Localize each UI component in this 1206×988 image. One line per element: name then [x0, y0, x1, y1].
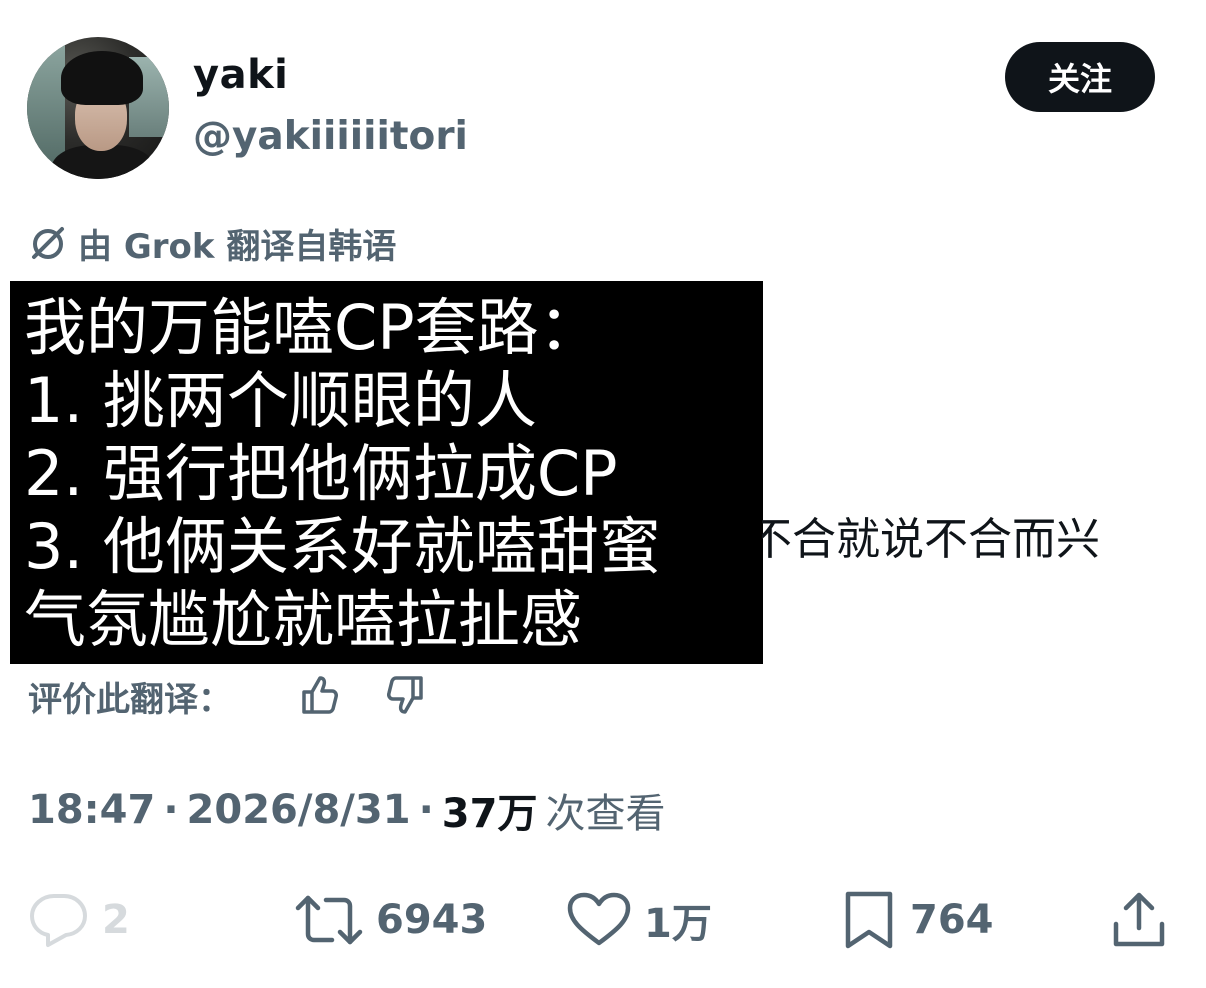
user-handle[interactable]: @yakiiiiiitori: [193, 114, 468, 159]
text-image-line: 3. 他俩关系好就嗑甜蜜: [24, 510, 661, 583]
avatar-hat: [61, 51, 143, 105]
tweet-date[interactable]: 2026/8/31: [187, 787, 411, 833]
rate-translation-label: 评价此翻译：: [28, 679, 232, 720]
bookmark-button[interactable]: 764: [840, 888, 994, 952]
retweet-count: 6943: [376, 897, 488, 943]
reply-button[interactable]: 2: [28, 888, 130, 952]
bookmark-icon: [845, 891, 893, 949]
reply-icon: [30, 894, 87, 947]
display-name[interactable]: yaki: [193, 52, 288, 98]
text-image-line: 2. 强行把他俩拉成CP: [24, 437, 618, 510]
text-image-lines: 我的万能嗑CP套路： 1. 挑两个顺眼的人 2. 强行把他俩拉成CP 3. 他俩…: [24, 291, 661, 656]
text-image-line: 我的万能嗑CP套路：: [24, 291, 601, 364]
retweet-icon: [295, 895, 363, 945]
bookmark-count: 764: [910, 897, 994, 943]
thumbs-down-icon[interactable]: [383, 674, 427, 718]
reply-count: 2: [102, 897, 130, 943]
translation-label: 由 Grok 翻译自韩语: [78, 226, 397, 267]
tweet-time[interactable]: 18:47: [28, 787, 155, 833]
like-count: 1万: [644, 901, 712, 947]
rate-translation: 评价此翻译：: [28, 670, 232, 722]
overflow-text: 不合就说不合而兴: [748, 514, 1100, 565]
text-image-line: 1. 挑两个顺眼的人: [24, 364, 537, 437]
like-button[interactable]: 1万: [566, 888, 712, 952]
heart-icon: [567, 892, 631, 946]
tweet-text-image[interactable]: 我的万能嗑CP套路： 1. 挑两个顺眼的人 2. 强行把他俩拉成CP 3. 他俩…: [10, 281, 763, 664]
follow-button[interactable]: 关注: [1005, 42, 1155, 112]
text-image-line: 气氛尴尬就嗑拉扯感: [24, 583, 583, 656]
translation-info: 由 Grok 翻译自韩语: [28, 220, 397, 267]
share-icon: [1113, 892, 1165, 947]
retweet-button[interactable]: 6943: [294, 888, 487, 952]
grok-icon: [32, 227, 64, 259]
avatar[interactable]: [27, 37, 169, 179]
tweet-meta: 18:47 · 2026/8/31 · 37万 次查看: [28, 782, 665, 838]
meta-separator: ·: [163, 787, 179, 833]
share-button[interactable]: [1110, 888, 1168, 952]
meta-separator: ·: [418, 787, 434, 833]
view-count-label: 次查看: [545, 791, 666, 837]
view-count: 37万: [441, 791, 538, 837]
thumbs-up-icon[interactable]: [298, 672, 342, 716]
